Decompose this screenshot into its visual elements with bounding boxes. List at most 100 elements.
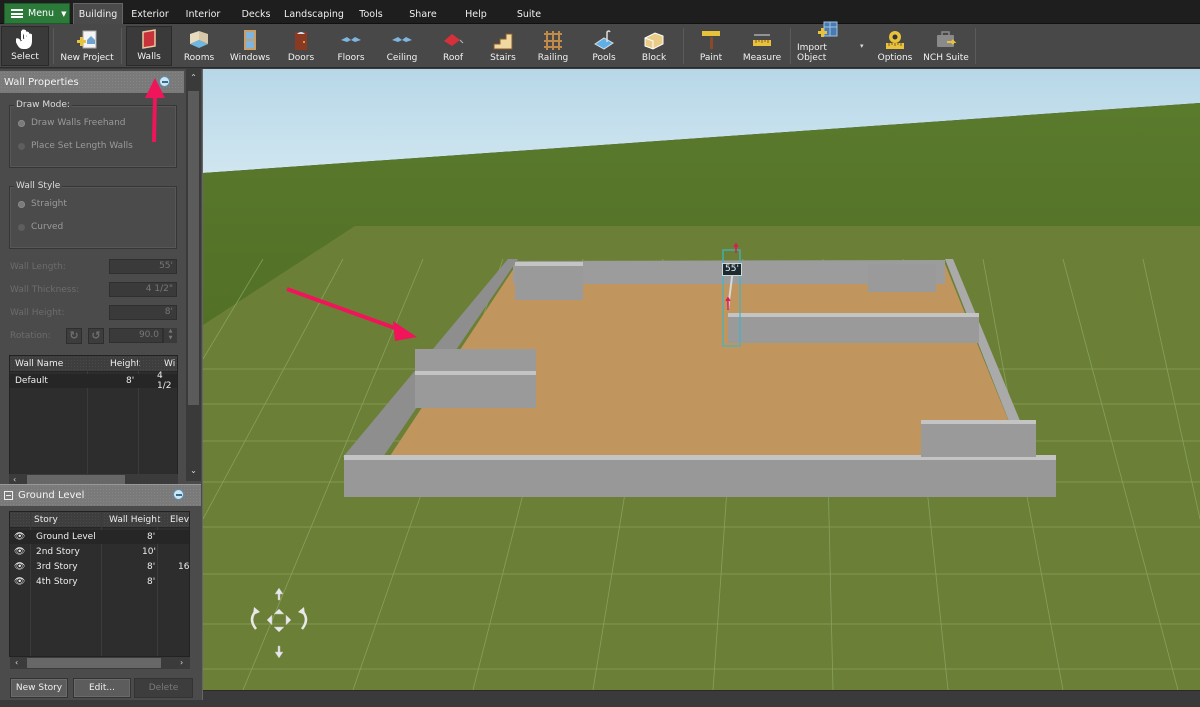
wall-length-readout: 55' bbox=[722, 263, 742, 276]
scroll-left-icon[interactable]: ‹ bbox=[15, 657, 18, 669]
railing-label: Railing bbox=[537, 53, 569, 63]
col-wall-height[interactable]: Wall Height bbox=[109, 512, 160, 527]
tab-interior[interactable]: Interior bbox=[180, 4, 226, 24]
tab-tools[interactable]: Tools bbox=[352, 4, 390, 24]
tab-building[interactable]: Building bbox=[73, 3, 123, 25]
rotation-field[interactable]: 90.0 bbox=[109, 328, 163, 343]
tab-decks[interactable]: Decks bbox=[236, 4, 276, 24]
hamburger-icon bbox=[11, 9, 23, 18]
story-wall-height: 10' bbox=[142, 547, 156, 557]
paint-roller-icon bbox=[700, 30, 722, 50]
floors-tool-button[interactable]: Floors bbox=[330, 26, 372, 66]
straight-radio[interactable]: Straight bbox=[18, 199, 67, 209]
block-tool-button[interactable]: Block bbox=[634, 26, 674, 66]
move-forward-icon bbox=[274, 588, 284, 601]
new-story-button[interactable]: New Story bbox=[10, 678, 68, 698]
new-project-button[interactable]: New Project bbox=[58, 26, 116, 66]
tab-help[interactable]: Help bbox=[459, 4, 493, 24]
scrollbar-thumb[interactable] bbox=[188, 91, 199, 405]
scroll-up-icon[interactable]: ⌃ bbox=[186, 73, 201, 82]
roof-tool-button[interactable]: Roof bbox=[435, 26, 471, 66]
wall-style-group: Wall Style Straight Curved bbox=[9, 181, 177, 249]
delete-story-button[interactable]: Delete bbox=[134, 678, 193, 698]
story-row[interactable]: 👁 Ground Level 8' bbox=[10, 530, 189, 544]
doors-tool-button[interactable]: Doors bbox=[282, 26, 320, 66]
rotation-spinner[interactable]: ▲ ▼ bbox=[163, 328, 177, 343]
rooms-tool-button[interactable]: Rooms bbox=[178, 26, 220, 66]
walls-label: Walls bbox=[137, 52, 161, 62]
import-object-button[interactable]: Import Object bbox=[797, 21, 859, 66]
draw-walls-freehand-radio[interactable]: Draw Walls Freehand bbox=[18, 118, 126, 128]
stories-table-hscroll[interactable]: ‹ › bbox=[10, 657, 190, 669]
place-set-length-walls-radio[interactable]: Place Set Length Walls bbox=[18, 141, 133, 151]
import-dropdown-caret-icon[interactable]: ▾ bbox=[860, 42, 864, 50]
stories-table: Story Wall Height Eleva 👁 Ground Level 8… bbox=[9, 511, 190, 657]
options-button[interactable]: Options bbox=[876, 26, 914, 66]
ribbon-toolbar: Select New Project Walls Rooms Windows D… bbox=[0, 21, 1200, 68]
pools-tool-button[interactable]: Pools bbox=[586, 26, 622, 66]
import-object-label: Import Object bbox=[797, 43, 827, 63]
measure-tool-button[interactable]: Measure bbox=[740, 26, 784, 66]
status-bar bbox=[203, 690, 1200, 707]
panel-bottom-strip bbox=[0, 700, 203, 707]
scrollbar-thumb[interactable] bbox=[27, 658, 161, 668]
col-width[interactable]: Wi bbox=[164, 356, 175, 371]
visibility-eye-icon[interactable]: 👁 bbox=[14, 560, 25, 574]
width-cell: 4 1/2 bbox=[157, 371, 172, 391]
story-wall-height: 8' bbox=[147, 577, 156, 587]
story-name: 3rd Story bbox=[36, 562, 78, 572]
story-row[interactable]: 👁 3rd Story 8' 16' bbox=[10, 560, 189, 574]
nch-suite-button[interactable]: NCH Suite bbox=[922, 26, 970, 66]
toolbar-separator bbox=[790, 28, 791, 64]
tab-suite[interactable]: Suite bbox=[511, 4, 547, 24]
camera-navigation-control[interactable] bbox=[244, 588, 314, 658]
scroll-right-icon[interactable]: › bbox=[180, 657, 183, 669]
pin-panel-icon[interactable] bbox=[173, 489, 184, 500]
ceiling-tool-button[interactable]: Ceiling bbox=[381, 26, 423, 66]
col-height[interactable]: Height bbox=[110, 356, 140, 371]
col-wall-name[interactable]: Wall Name bbox=[15, 356, 63, 371]
stairs-tool-button[interactable]: Stairs bbox=[484, 26, 522, 66]
rotate-counterclockwise-icon[interactable]: ↺ bbox=[88, 328, 104, 344]
select-label: Select bbox=[11, 52, 39, 62]
railing-tool-button[interactable]: Railing bbox=[533, 26, 573, 66]
story-row[interactable]: 👁 2nd Story 10' bbox=[10, 545, 189, 559]
collapse-icon[interactable] bbox=[4, 491, 13, 500]
visibility-eye-icon[interactable]: 👁 bbox=[14, 545, 25, 559]
room-icon bbox=[188, 30, 210, 50]
3d-viewport[interactable]: 55' bbox=[203, 69, 1200, 690]
toolbar-separator bbox=[121, 28, 122, 64]
floor-icon bbox=[340, 30, 362, 50]
visibility-eye-icon[interactable]: 👁 bbox=[14, 530, 25, 544]
wall-properties-scrollbar[interactable]: ⌃ ⌄ bbox=[186, 69, 201, 481]
main-menu-button[interactable]: Menu ▼ bbox=[4, 3, 70, 24]
visibility-eye-icon[interactable]: 👁 bbox=[14, 575, 25, 589]
pools-label: Pools bbox=[592, 53, 616, 63]
col-elevation[interactable]: Eleva bbox=[170, 512, 189, 527]
wall-thickness-field[interactable]: 4 1/2" bbox=[109, 282, 177, 297]
paint-tool-button[interactable]: Paint bbox=[692, 26, 730, 66]
paint-label: Paint bbox=[699, 53, 723, 63]
windows-tool-button[interactable]: Windows bbox=[226, 26, 274, 66]
place-set-length-walls-label: Place Set Length Walls bbox=[31, 141, 133, 151]
scroll-down-icon[interactable]: ⌄ bbox=[186, 466, 201, 475]
pan-right-icon bbox=[285, 614, 292, 626]
new-project-label: New Project bbox=[60, 53, 114, 63]
wall-height-field[interactable]: 8' bbox=[109, 305, 177, 320]
table-row[interactable]: Default 8' 4 1/2 bbox=[10, 371, 177, 391]
rooms-label: Rooms bbox=[183, 53, 215, 63]
story-row[interactable]: 👁 4th Story 8' bbox=[10, 575, 189, 589]
front-wall bbox=[344, 457, 1056, 497]
curved-radio[interactable]: Curved bbox=[18, 222, 63, 232]
walls-tool-button[interactable]: Walls bbox=[126, 26, 172, 66]
tab-landscaping[interactable]: Landscaping bbox=[282, 4, 346, 24]
nch-suite-icon bbox=[935, 30, 957, 50]
tab-exterior[interactable]: Exterior bbox=[126, 4, 174, 24]
col-story[interactable]: Story bbox=[34, 512, 58, 527]
tab-share[interactable]: Share bbox=[404, 4, 442, 24]
edit-story-button[interactable]: Edit... bbox=[73, 678, 131, 698]
stairs-label: Stairs bbox=[490, 53, 516, 63]
select-tool-button[interactable]: Select bbox=[1, 26, 49, 66]
rotate-clockwise-icon[interactable]: ↻ bbox=[66, 328, 82, 344]
wall-length-field[interactable]: 55' bbox=[109, 259, 177, 274]
